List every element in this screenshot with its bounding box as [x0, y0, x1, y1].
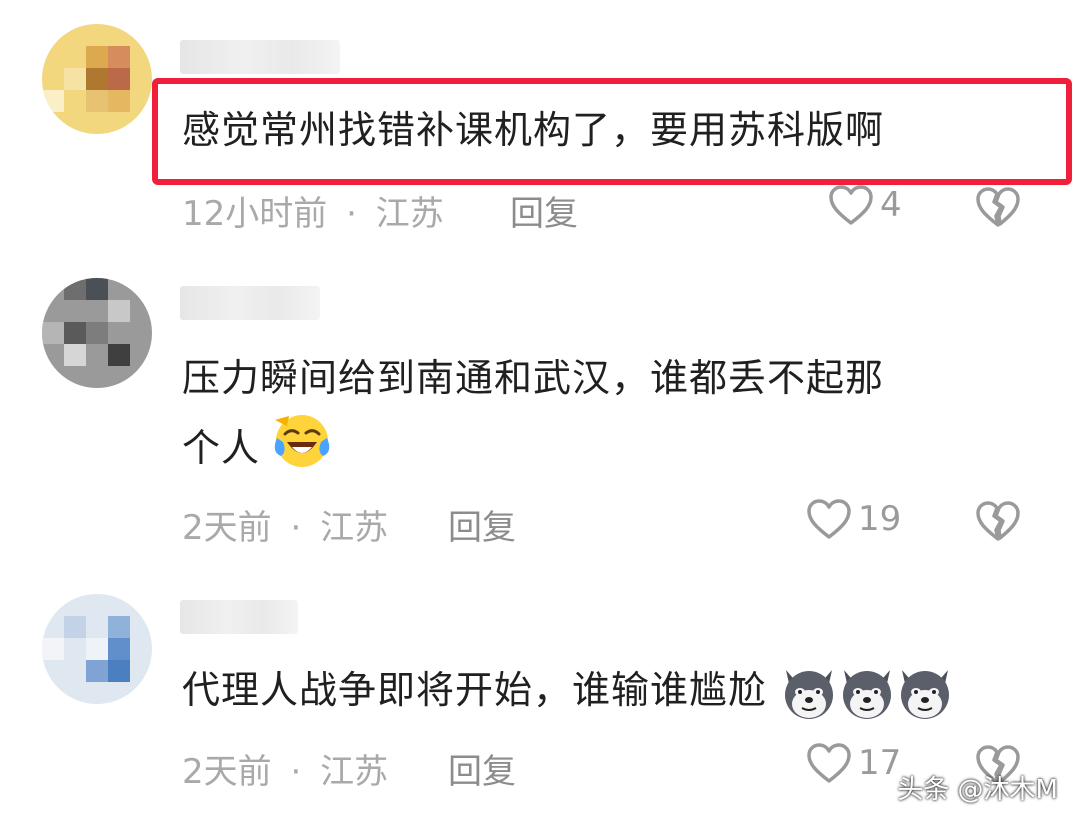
avatar[interactable] — [42, 24, 152, 134]
comment-text-line-with-emoji: 个人 — [182, 412, 884, 489]
comment-location: 江苏 — [375, 194, 444, 234]
comment-text-line: 感觉常州找错补课机构了，要用苏科版啊 — [182, 108, 885, 152]
heart-icon — [807, 499, 851, 539]
avatar[interactable] — [42, 594, 152, 704]
avatar[interactable] — [42, 278, 152, 388]
meta-separator: · — [290, 508, 302, 548]
like-button[interactable]: 19 — [806, 498, 901, 540]
like-button[interactable]: 17 — [806, 742, 901, 784]
username-blurred[interactable] — [180, 600, 298, 634]
comment-text: 感觉常州找错补课机构了，要用苏科版啊 — [182, 98, 884, 162]
comment-time: 12小时前 — [182, 194, 328, 234]
comment-meta: 2天前 · 江苏 — [182, 500, 388, 549]
reply-button[interactable]: 回复 — [448, 500, 516, 549]
like-button[interactable]: 4 — [828, 184, 902, 226]
comment-text-line: 个人 — [182, 426, 261, 470]
broken-heart-icon — [976, 187, 1020, 227]
reply-button[interactable]: 回复 — [448, 744, 516, 793]
dislike-button[interactable] — [975, 186, 1021, 232]
broken-heart-icon — [976, 501, 1020, 541]
heart-icon — [807, 743, 851, 783]
comment-location: 江苏 — [320, 752, 389, 792]
laugh-cry-emoji — [273, 412, 331, 489]
watermark: 头条 @沐木M — [897, 775, 1058, 805]
like-count: 17 — [858, 743, 902, 783]
comment-time: 2天前 — [182, 752, 272, 792]
username-blurred[interactable] — [180, 40, 340, 74]
heart-icon — [829, 185, 873, 225]
husky-emoji — [843, 669, 892, 719]
comment-meta: 12小时前 · 江苏 — [182, 186, 444, 235]
like-count: 19 — [858, 499, 902, 539]
comment-text: 代理人战争即将开始，谁输谁尴尬 — [182, 658, 954, 722]
comment-item: 感觉常州找错补课机构了，要用苏科版啊 12小时前 · 江苏 回复 4 — [0, 0, 1080, 250]
like-count: 4 — [880, 185, 902, 225]
comment-text-line: 压力瞬间给到南通和武汉，谁都丢不起那 — [182, 356, 885, 400]
comment-meta: 2天前 · 江苏 — [182, 744, 388, 793]
husky-emoji — [901, 669, 950, 719]
reply-button[interactable]: 回复 — [510, 186, 578, 235]
comment-time: 2天前 — [182, 508, 272, 548]
username-blurred[interactable] — [180, 286, 320, 320]
comment-location: 江苏 — [320, 508, 389, 548]
comment-text: 压力瞬间给到南通和武汉，谁都丢不起那 个人 — [182, 346, 884, 489]
comment-text-line: 代理人战争即将开始，谁输谁尴尬 — [182, 668, 768, 712]
emoji-group — [780, 668, 954, 719]
husky-emoji — [785, 669, 834, 719]
comment-item: 压力瞬间给到南通和武汉，谁都丢不起那 个人 2天前 · 江苏 回复 19 — [0, 250, 1080, 580]
dislike-button[interactable] — [975, 500, 1021, 546]
meta-separator: · — [290, 752, 302, 792]
meta-separator: · — [346, 194, 357, 234]
